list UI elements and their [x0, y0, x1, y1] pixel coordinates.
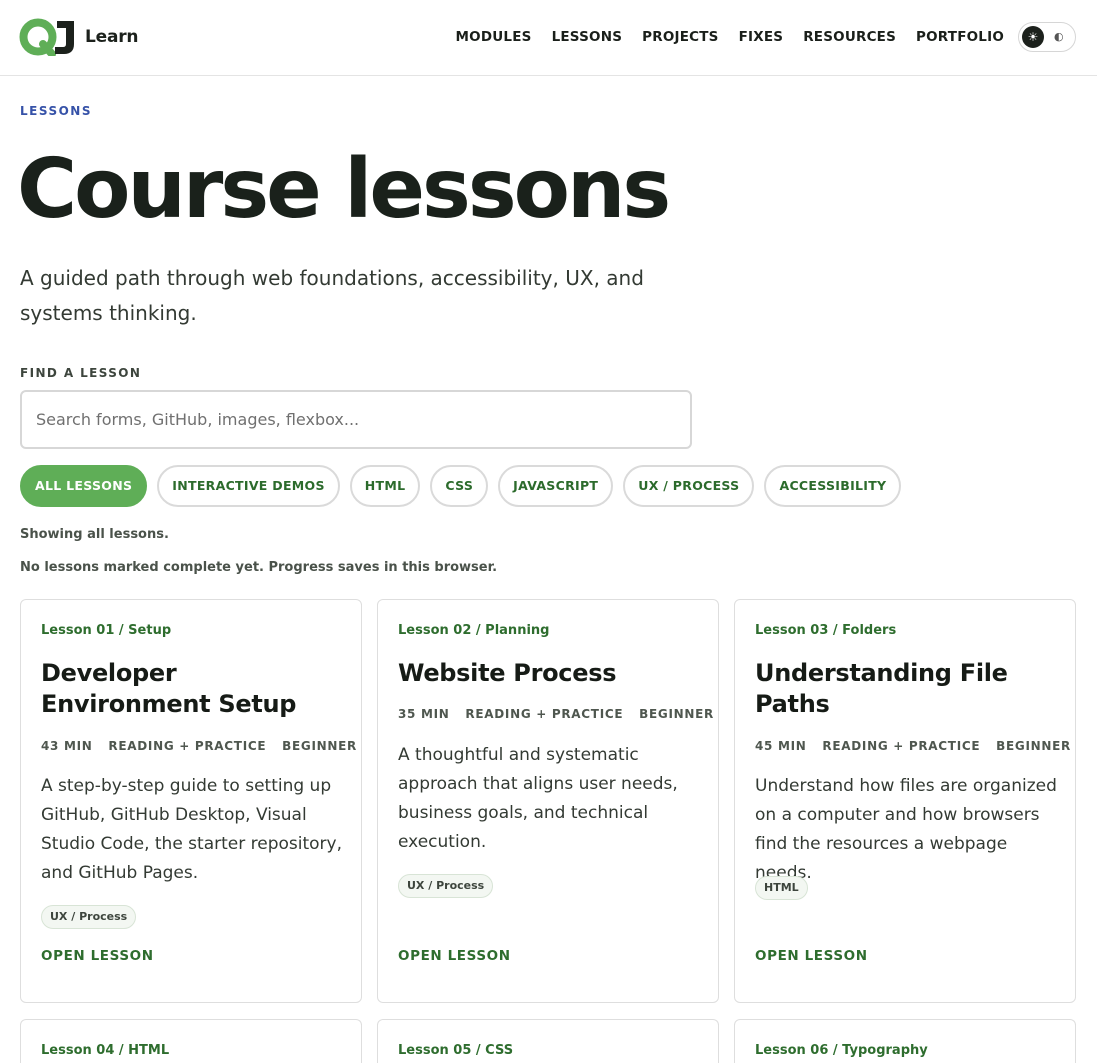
nav-lessons[interactable]: LESSONS: [552, 29, 623, 45]
filter-chips: ALL LESSONS INTERACTIVE DEMOS HTML CSS J…: [20, 465, 911, 507]
filter-ux-process[interactable]: UX / PROCESS: [623, 465, 755, 507]
logo-text: Learn: [85, 27, 139, 47]
lesson-card-02: Lesson 02 / Planning Website Process 35 …: [377, 599, 719, 1003]
lesson-title: Understanding File Paths: [755, 659, 1008, 718]
open-lesson-link[interactable]: OPEN LESSON: [41, 948, 154, 964]
nav-resources[interactable]: RESOURCES: [803, 29, 896, 45]
lesson-meta: Lesson 03 / Folders: [755, 623, 897, 638]
site-header: Learn MODULES LESSONS PROJECTS FIXES RES…: [0, 0, 1097, 76]
lesson-format: READING + PRACTICE: [108, 739, 267, 753]
lesson-tag: UX / Process: [41, 905, 137, 929]
results-status: Showing all lessons.: [20, 527, 169, 542]
page-title: Course lessons: [17, 142, 671, 237]
contrast-icon: ◐: [1054, 30, 1064, 43]
open-lesson-link[interactable]: OPEN LESSON: [755, 948, 868, 964]
lesson-description: A thoughtful and systematic approach tha…: [398, 745, 678, 852]
filter-javascript[interactable]: JAVASCRIPT: [498, 465, 614, 507]
lesson-search-input[interactable]: [20, 390, 692, 449]
lesson-title: Website Process: [398, 659, 617, 687]
lesson-description: Understand how files are organized on a …: [755, 776, 1057, 883]
lesson-title: Developer Environment Setup: [41, 659, 297, 718]
lesson-format: READING + PRACTICE: [822, 739, 981, 753]
primary-nav: MODULES LESSONS PROJECTS FIXES RESOURCES…: [436, 29, 1004, 45]
lesson-level: BEGINNER: [282, 739, 357, 753]
lesson-duration: 45 MIN: [755, 739, 807, 753]
nav-projects[interactable]: PROJECTS: [642, 29, 718, 45]
lesson-facts: 45 MIN READING + PRACTICE BEGINNER: [755, 739, 1082, 753]
lesson-meta: Lesson 01 / Setup: [41, 623, 172, 638]
filter-all-lessons[interactable]: ALL LESSONS: [20, 465, 148, 507]
lesson-card-03: Lesson 03 / Folders Understanding File P…: [734, 599, 1076, 1003]
lesson-card-04: Lesson 04 / HTML: [20, 1019, 362, 1063]
site-logo[interactable]: Learn: [19, 18, 139, 56]
lesson-facts: 35 MIN READING + PRACTICE BEGINNER: [398, 707, 725, 721]
lesson-tag: HTML: [755, 876, 808, 900]
progress-status: No lessons marked complete yet. Progress…: [20, 560, 498, 575]
lesson-duration: 35 MIN: [398, 707, 450, 721]
lesson-tag: UX / Process: [398, 874, 494, 898]
lesson-meta: Lesson 02 / Planning: [398, 623, 550, 638]
page-eyebrow: LESSONS: [20, 104, 92, 118]
nav-modules[interactable]: MODULES: [456, 29, 532, 45]
filter-html[interactable]: HTML: [349, 465, 421, 507]
nav-portfolio[interactable]: PORTFOLIO: [916, 29, 1004, 45]
nav-fixes[interactable]: FIXES: [739, 29, 784, 45]
lesson-format: READING + PRACTICE: [465, 707, 624, 721]
lesson-meta: Lesson 05 / CSS: [398, 1043, 514, 1058]
lesson-meta: Lesson 06 / Typography: [755, 1043, 928, 1058]
page-lede: A guided path through web foundations, a…: [20, 266, 644, 325]
lesson-duration: 43 MIN: [41, 739, 93, 753]
lesson-level: BEGINNER: [996, 739, 1071, 753]
lesson-level: BEGINNER: [639, 707, 714, 721]
lesson-description: A step-by-step guide to setting up GitHu…: [41, 776, 342, 883]
filter-interactive-demos[interactable]: INTERACTIVE DEMOS: [157, 465, 340, 507]
open-lesson-link[interactable]: OPEN LESSON: [398, 948, 511, 964]
filter-css[interactable]: CSS: [430, 465, 489, 507]
lesson-meta: Lesson 04 / HTML: [41, 1043, 170, 1058]
theme-toggle[interactable]: ☀ ◐: [1018, 22, 1076, 52]
lesson-card-06: Lesson 06 / Typography: [734, 1019, 1076, 1063]
filter-accessibility[interactable]: ACCESSIBILITY: [764, 465, 902, 507]
sun-icon: ☀: [1022, 26, 1044, 48]
lesson-card-05: Lesson 05 / CSS: [377, 1019, 719, 1063]
search-label: FIND A LESSON: [20, 366, 142, 380]
qj-logo-icon: [19, 18, 74, 56]
lesson-card-01: Lesson 01 / Setup Developer Environment …: [20, 599, 362, 1003]
lesson-facts: 43 MIN READING + PRACTICE BEGINNER: [41, 739, 368, 753]
